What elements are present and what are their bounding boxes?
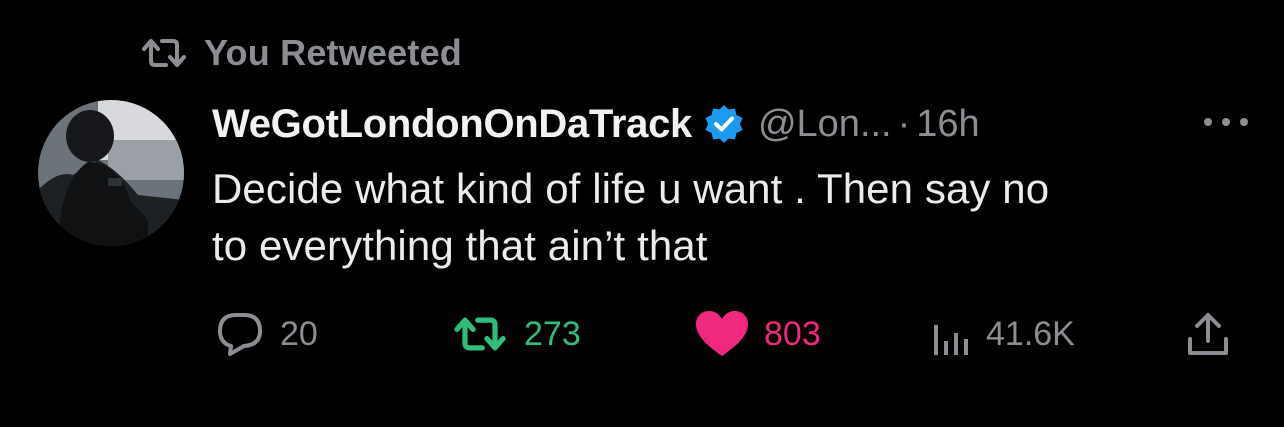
reply-button[interactable]: 20 [214, 306, 318, 362]
retweet-header: You Retweeted [138, 30, 462, 76]
tweet-text-line: Decide what kind of life u want . Then s… [212, 165, 1050, 212]
like-count: 803 [764, 314, 821, 353]
retweet-icon [454, 317, 506, 351]
tweet-text-line: to everything that ain’t that [212, 222, 708, 269]
share-icon [1188, 313, 1228, 355]
verified-badge-icon [705, 105, 743, 143]
retweet-icon [142, 39, 186, 67]
views-button[interactable]: 41.6K [930, 306, 1075, 362]
handle[interactable]: @Lon... [758, 103, 892, 146]
retweet-button[interactable]: 273 [450, 306, 581, 362]
share-button[interactable] [1184, 306, 1232, 362]
avatar-image [38, 100, 184, 246]
heart-icon [696, 311, 748, 356]
display-name[interactable]: WeGotLondonOnDaTrack [212, 102, 692, 147]
views-count: 41.6K [986, 314, 1075, 353]
views-icon [934, 325, 968, 355]
action-bar: 20 273 803 41.6K [214, 306, 1244, 362]
avatar[interactable] [38, 100, 184, 246]
reply-count: 20 [280, 314, 318, 353]
tweet-header: WeGotLondonOnDaTrack @Lon... · 16h [212, 96, 1252, 152]
reply-icon [218, 313, 262, 356]
separator-dot: · [897, 102, 911, 145]
more-options-icon[interactable] [1200, 110, 1252, 134]
retweeted-label: You Retweeted [204, 32, 462, 73]
tweet-text: Decide what kind of life u want . Then s… [212, 160, 1232, 274]
timestamp[interactable]: 16h [916, 103, 979, 146]
retweet-count: 273 [524, 314, 581, 353]
like-button[interactable]: 803 [694, 306, 821, 362]
